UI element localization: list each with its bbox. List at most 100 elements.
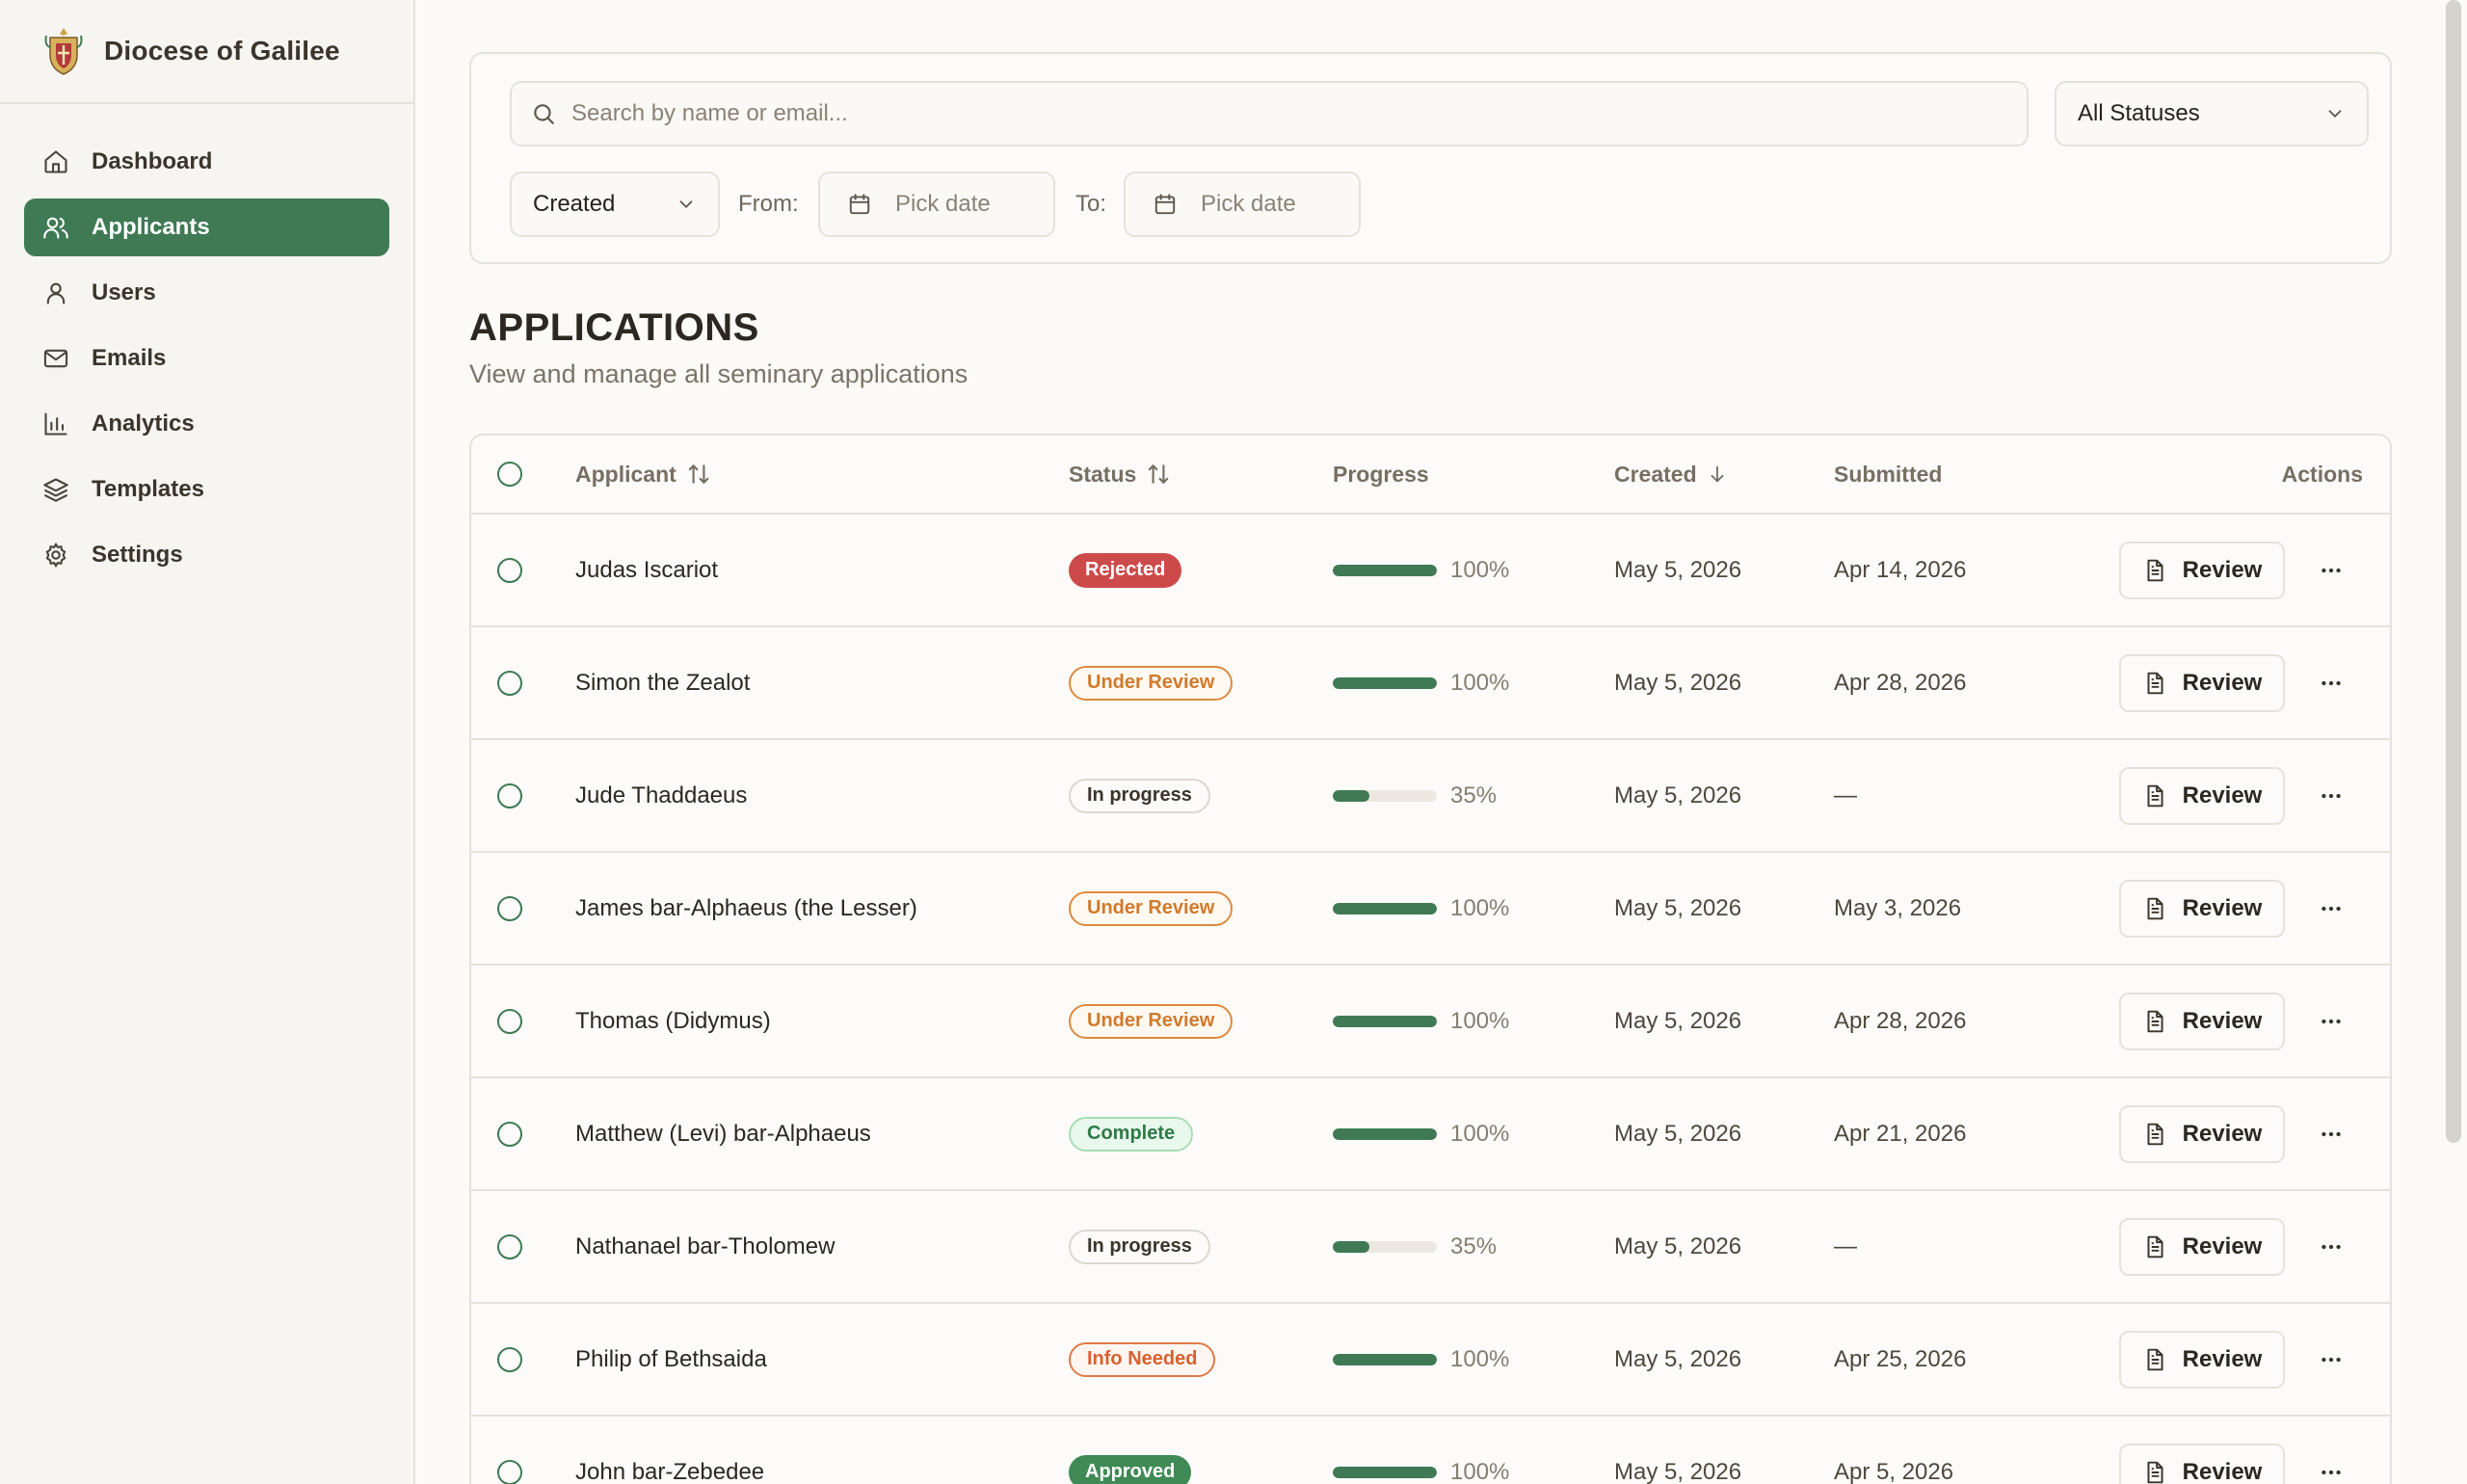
actions-cell: Review xyxy=(2119,515,2285,625)
row-more-button[interactable] xyxy=(2314,553,2348,588)
calendar-icon xyxy=(849,194,870,215)
submitted-date: Apr 5, 2026 xyxy=(1834,1458,1954,1484)
table-row[interactable]: Jude Thaddaeus In progress 35% May 5, 2026 —… xyxy=(471,740,2390,853)
status-cell: Under Review xyxy=(1069,627,1234,738)
review-button[interactable]: Review xyxy=(2119,1217,2285,1276)
progress-text: 35% xyxy=(1450,782,1498,808)
document-icon xyxy=(2147,1461,2163,1483)
table-row[interactable]: Judas Iscariot Rejected 100% May 5, 2026 Apr… xyxy=(471,515,2390,627)
row-more-button[interactable] xyxy=(2314,1117,2348,1152)
table-row[interactable]: Simon the Zealot Under Review 100% May 5, 2… xyxy=(471,627,2390,740)
search-input[interactable] xyxy=(571,100,1969,127)
progress-fill xyxy=(1333,1353,1437,1365)
layers-icon xyxy=(43,478,68,502)
row-checkbox[interactable] xyxy=(497,895,522,921)
row-checkbox[interactable] xyxy=(497,1008,522,1034)
progress-fill xyxy=(1333,676,1437,689)
row-more-button[interactable] xyxy=(2314,1342,2348,1377)
sidebar-item-users[interactable]: Users xyxy=(24,264,389,322)
table-row[interactable]: John bar-Zebedee Approved 100% May 5, 2026 A… xyxy=(471,1417,2390,1484)
page-scrollbar[interactable] xyxy=(2446,0,2461,1143)
status-badge: Info Needed xyxy=(1069,1341,1216,1377)
filter-panel: All Statuses Created From: Pick date To:… xyxy=(469,52,2392,264)
applications-table: Applicant Status Progress Created Submit… xyxy=(469,434,2392,1484)
more-cell xyxy=(2314,1078,2348,1189)
status-filter-value: All Statuses xyxy=(2078,100,2200,126)
sidebar-item-settings[interactable]: Settings xyxy=(24,526,389,584)
applicant-name: Matthew (Levi) bar-Alphaeus xyxy=(575,1120,871,1147)
row-more-button[interactable] xyxy=(2314,666,2348,701)
row-checkbox[interactable] xyxy=(497,1233,522,1259)
search-box[interactable] xyxy=(510,81,2029,146)
progress-fill xyxy=(1333,1466,1437,1478)
status-cell: In progress xyxy=(1069,740,1210,851)
row-checkbox-cell xyxy=(497,1304,522,1415)
row-more-button[interactable] xyxy=(2314,779,2348,813)
select-all-checkbox[interactable] xyxy=(497,462,522,487)
table-row[interactable]: Matthew (Levi) bar-Alphaeus Complete 100% M… xyxy=(471,1078,2390,1191)
sidebar-item-templates[interactable]: Templates xyxy=(24,461,389,518)
actions-cell: Review xyxy=(2119,1078,2285,1189)
applicant-name: James bar-Alphaeus (the Lesser) xyxy=(575,894,917,921)
sidebar-item-emails[interactable]: Emails xyxy=(24,330,389,387)
table-row[interactable]: Philip of Bethsaida Info Needed 100% May 5,… xyxy=(471,1304,2390,1417)
header-status[interactable]: Status xyxy=(1069,436,1171,513)
header-applicant[interactable]: Applicant xyxy=(575,436,711,513)
progress-bar xyxy=(1333,564,1437,576)
review-button[interactable]: Review xyxy=(2119,1330,2285,1389)
more-horizontal-icon xyxy=(2321,1131,2341,1136)
created-date: May 5, 2026 xyxy=(1614,1007,1742,1034)
document-icon xyxy=(2147,559,2163,581)
from-label: From: xyxy=(738,191,799,217)
header-created[interactable]: Created xyxy=(1614,436,1728,513)
row-more-button[interactable] xyxy=(2314,1004,2348,1039)
from-date-placeholder: Pick date xyxy=(895,191,991,217)
row-checkbox[interactable] xyxy=(497,557,522,583)
mail-icon xyxy=(43,349,68,368)
status-badge: In progress xyxy=(1069,778,1210,813)
row-checkbox[interactable] xyxy=(497,1459,522,1484)
row-more-button[interactable] xyxy=(2314,1455,2348,1484)
sidebar-item-applicants[interactable]: Applicants xyxy=(24,199,389,256)
applicant-name: Thomas (Didymus) xyxy=(575,1007,771,1034)
row-checkbox-cell xyxy=(497,853,522,964)
table-row[interactable]: Thomas (Didymus) Under Review 100% May 5, 2… xyxy=(471,966,2390,1078)
review-button[interactable]: Review xyxy=(2119,879,2285,938)
review-button[interactable]: Review xyxy=(2119,1104,2285,1163)
review-button[interactable]: Review xyxy=(2119,541,2285,599)
review-button[interactable]: Review xyxy=(2119,992,2285,1050)
actions-cell: Review xyxy=(2119,966,2285,1076)
status-badge: Under Review xyxy=(1069,890,1234,926)
row-checkbox[interactable] xyxy=(497,782,522,808)
brand-header[interactable]: Diocese of Galilee xyxy=(0,0,413,104)
status-badge: Under Review xyxy=(1069,1003,1234,1039)
progress-text: 100% xyxy=(1450,1345,1510,1372)
created-date: May 5, 2026 xyxy=(1614,1232,1742,1259)
table-row[interactable]: James bar-Alphaeus (the Lesser) Under Rev… xyxy=(471,853,2390,966)
row-checkbox[interactable] xyxy=(497,1346,522,1372)
date-field-select[interactable]: Created xyxy=(510,172,720,237)
review-button-label: Review xyxy=(2182,556,2263,583)
main-content: All Statuses Created From: Pick date To:… xyxy=(417,0,2433,1484)
actions-cell: Review xyxy=(2119,627,2285,738)
row-more-button[interactable] xyxy=(2314,1230,2348,1264)
from-date-picker[interactable]: Pick date xyxy=(818,172,1055,237)
sidebar-nav: Dashboard Applicants Users Emails Analyt… xyxy=(0,104,413,584)
sidebar-item-dashboard[interactable]: Dashboard xyxy=(24,133,389,191)
more-horizontal-icon xyxy=(2321,793,2341,798)
review-button[interactable]: Review xyxy=(2119,1443,2285,1484)
sidebar-item-analytics[interactable]: Analytics xyxy=(24,395,389,453)
sort-both-icon xyxy=(688,464,709,485)
to-date-picker[interactable]: Pick date xyxy=(1124,172,1361,237)
row-checkbox[interactable] xyxy=(497,670,522,696)
table-row[interactable]: Nathanael bar-Tholomew In progress 35% May … xyxy=(471,1191,2390,1304)
review-button[interactable]: Review xyxy=(2119,653,2285,712)
row-checkbox[interactable] xyxy=(497,1121,522,1147)
review-button[interactable]: Review xyxy=(2119,766,2285,825)
row-more-button[interactable] xyxy=(2314,891,2348,926)
row-checkbox-cell xyxy=(497,966,522,1076)
gear-icon xyxy=(45,542,66,569)
more-cell xyxy=(2314,853,2348,964)
document-icon xyxy=(2147,1348,2163,1370)
status-filter-select[interactable]: All Statuses xyxy=(2055,81,2369,146)
